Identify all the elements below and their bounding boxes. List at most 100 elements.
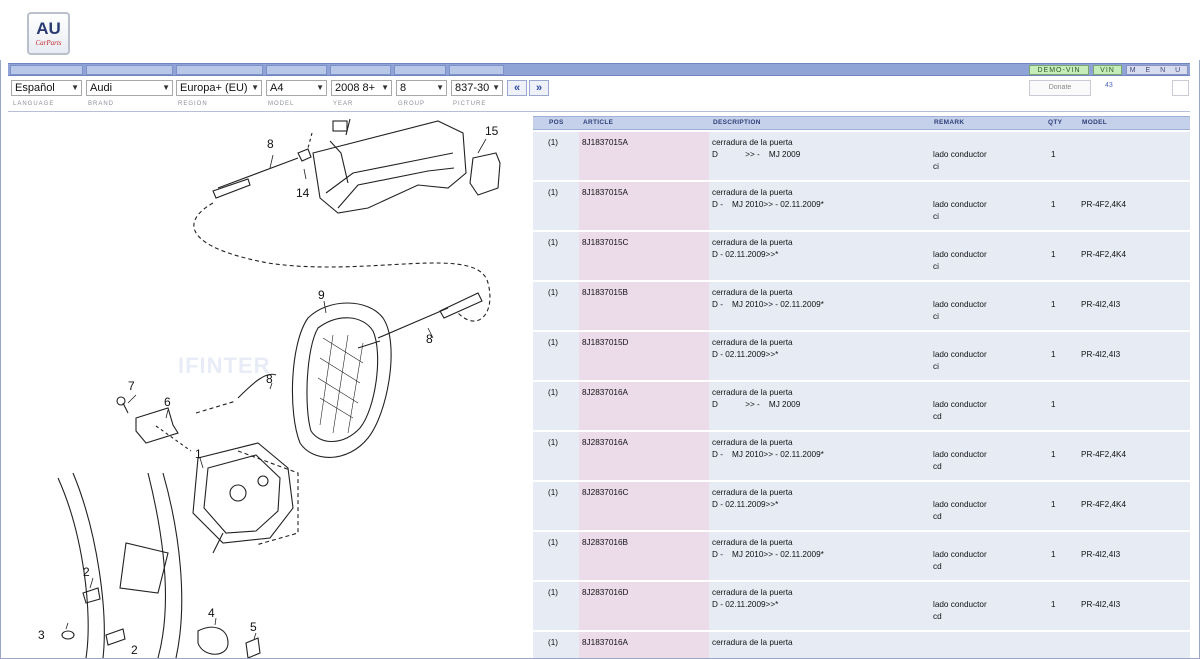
callout-14: 14 <box>296 186 310 200</box>
description-line-2: D - MJ 2010>> - 02.11.2009* <box>712 450 824 459</box>
description-line-1: cerradura de la puerta <box>712 638 793 647</box>
pos-cell: (1) <box>548 488 559 497</box>
menu-button[interactable]: M E N U <box>1126 65 1188 75</box>
table-row[interactable]: (1) 8J1837015D lado conductor ci 1 PR-4I2,4I… <box>533 332 1190 382</box>
col-pos[interactable]: POS <box>549 119 564 126</box>
pos-cell: (1) <box>548 388 559 397</box>
table-row[interactable]: (1) 8J2837016D lado conductor cd 1 PR-4I2,4I… <box>533 582 1190 632</box>
app-header: AU CarParts <box>0 0 1200 60</box>
model-cell: PR-4I2,4I3 <box>1081 550 1121 559</box>
table-row[interactable]: (1) 8J2837016A lado conductor cd 1 PR-4F2,4K… <box>533 432 1190 482</box>
callout-9: 9 <box>318 288 325 302</box>
app-logo[interactable]: AU CarParts <box>27 12 70 55</box>
description-line-2: D - 02.11.2009>>* <box>712 600 779 609</box>
chevron-down-icon: ▼ <box>71 83 79 92</box>
toolbar-slot-group <box>394 65 446 75</box>
article-cell: 8J1837015A <box>582 138 628 147</box>
chevron-down-icon: ▼ <box>492 83 500 92</box>
result-count: 43 <box>1105 82 1113 89</box>
language-select[interactable]: Español ▼ <box>11 80 82 96</box>
table-row[interactable]: (1) 8J1837015A lado conductor ci 1 PR-4F2,4K… <box>533 182 1190 232</box>
description-line-2: D - 02.11.2009>>* <box>712 350 779 359</box>
table-body: (1) 8J1837015A lado conductor ci 1 cerradura… <box>533 132 1190 658</box>
pos-cell: (1) <box>548 438 559 447</box>
model-cell: PR-4I2,4I3 <box>1081 600 1121 609</box>
parts-table: POS ARTICLE DESCRIPTION REMARK QTY MODEL… <box>533 113 1190 658</box>
vin-button[interactable]: VIN <box>1093 65 1122 75</box>
article-cell: 8J1837015C <box>582 238 629 247</box>
col-qty[interactable]: QTY <box>1048 119 1062 126</box>
brand-value: Audi <box>90 82 113 94</box>
description-line-1: cerradura de la puerta <box>712 188 793 197</box>
description-cell: cerradura de la puerta D - MJ 2010>> - 02… <box>712 437 824 461</box>
donate-button[interactable]: Donate <box>1029 80 1091 96</box>
table-row[interactable]: (1) 8J2837016A lado conductor cd 1 cerradura… <box>533 382 1190 432</box>
qty-cell: 1 <box>1051 600 1056 609</box>
qty-cell: 1 <box>1051 200 1056 209</box>
pos-cell: (1) <box>548 138 559 147</box>
group-select[interactable]: 8 ▼ <box>396 80 447 96</box>
table-row[interactable]: (1) 8J1837016A cerradura de la puerta <box>533 632 1190 658</box>
col-article[interactable]: ARTICLE <box>583 119 613 126</box>
chevron-down-icon: ▼ <box>162 83 170 92</box>
toolbar-slot-brand <box>86 65 173 75</box>
parts-diagram[interactable]: 8 15 14 9 8 7 6 8 1 2 3 4 5 2 IFINTER <box>8 113 532 658</box>
brand-select[interactable]: Audi ▼ <box>86 80 173 96</box>
model-cell: PR-4I2,4I3 <box>1081 300 1121 309</box>
model-value: A4 <box>270 82 284 94</box>
qty-cell: 1 <box>1051 500 1056 509</box>
next-picture-button[interactable]: » <box>529 80 549 96</box>
qty-cell: 1 <box>1051 350 1056 359</box>
description-cell: cerradura de la puerta D >> - MJ 2009 <box>712 137 800 161</box>
table-row[interactable]: (1) 8J1837015A lado conductor ci 1 cerradura… <box>533 132 1190 182</box>
article-cell: 8J2837016C <box>582 488 629 497</box>
description-line-2: D - 02.11.2009>>* <box>712 250 779 259</box>
region-value: Europa+ (EU) <box>180 82 248 94</box>
remark-cell: lado conductor cd <box>933 450 987 471</box>
top-toolbar: DEMO-VIN VIN M E N U <box>8 63 1190 76</box>
brand-label: BRAND <box>88 101 115 107</box>
remark-cell: lado conductor cd <box>933 550 987 571</box>
qty-cell: 1 <box>1051 450 1056 459</box>
table-row[interactable]: (1) 8J2837016C lado conductor cd 1 PR-4F2,4K… <box>533 482 1190 532</box>
year-select[interactable]: 2008 8+ ▼ <box>331 80 392 96</box>
pos-cell: (1) <box>548 288 559 297</box>
model-select[interactable]: A4 ▼ <box>266 80 327 96</box>
qty-cell: 1 <box>1051 300 1056 309</box>
qty-cell: 1 <box>1051 250 1056 259</box>
callout-7: 7 <box>128 379 135 393</box>
model-cell: PR-4I2,4I3 <box>1081 350 1121 359</box>
callout-2-bottom: 2 <box>131 643 138 657</box>
callout-3: 3 <box>38 628 45 642</box>
remark-cell: lado conductor ci <box>933 350 987 371</box>
content-divider <box>8 111 1190 112</box>
article-cell: 8J2837016A <box>582 388 628 397</box>
callout-15: 15 <box>485 124 499 138</box>
picture-select[interactable]: 837-30 ▼ <box>451 80 503 96</box>
article-cell: 8J2837016D <box>582 588 629 597</box>
region-select[interactable]: Europa+ (EU) ▼ <box>176 80 262 96</box>
diagram-watermark: IFINTER <box>178 353 271 378</box>
model-cell: PR-4F2,4K4 <box>1081 250 1127 259</box>
callout-8-right: 8 <box>426 332 433 346</box>
prev-picture-button[interactable]: « <box>507 80 527 96</box>
description-cell: cerradura de la puerta <box>712 637 793 649</box>
table-row[interactable]: (1) 8J2837016B lado conductor cd 1 PR-4I2,4I… <box>533 532 1190 582</box>
search-box[interactable] <box>1172 80 1189 96</box>
qty-cell: 1 <box>1051 400 1056 409</box>
description-line-2: D - MJ 2010>> - 02.11.2009* <box>712 300 824 309</box>
language-label: LANGUAGE <box>13 101 55 107</box>
chevron-down-icon: ▼ <box>381 83 389 92</box>
table-row[interactable]: (1) 8J1837015B lado conductor ci 1 PR-4I2,4I… <box>533 282 1190 332</box>
door-lock-diagram: 8 15 14 9 8 7 6 8 1 2 3 4 5 2 <box>38 118 501 658</box>
description-line-1: cerradura de la puerta <box>712 388 793 397</box>
remark-cell: lado conductor cd <box>933 600 987 621</box>
table-header: POS ARTICLE DESCRIPTION REMARK QTY MODEL <box>533 116 1190 130</box>
toolbar-slot-year <box>330 65 391 75</box>
description-cell: cerradura de la puerta D >> - MJ 2009 <box>712 387 800 411</box>
col-model[interactable]: MODEL <box>1082 119 1107 126</box>
demo-vin-button[interactable]: DEMO-VIN <box>1029 65 1089 75</box>
table-row[interactable]: (1) 8J1837015C lado conductor ci 1 PR-4F2,4K… <box>533 232 1190 282</box>
col-remark[interactable]: REMARK <box>934 119 964 126</box>
col-description[interactable]: DESCRIPTION <box>713 119 761 126</box>
